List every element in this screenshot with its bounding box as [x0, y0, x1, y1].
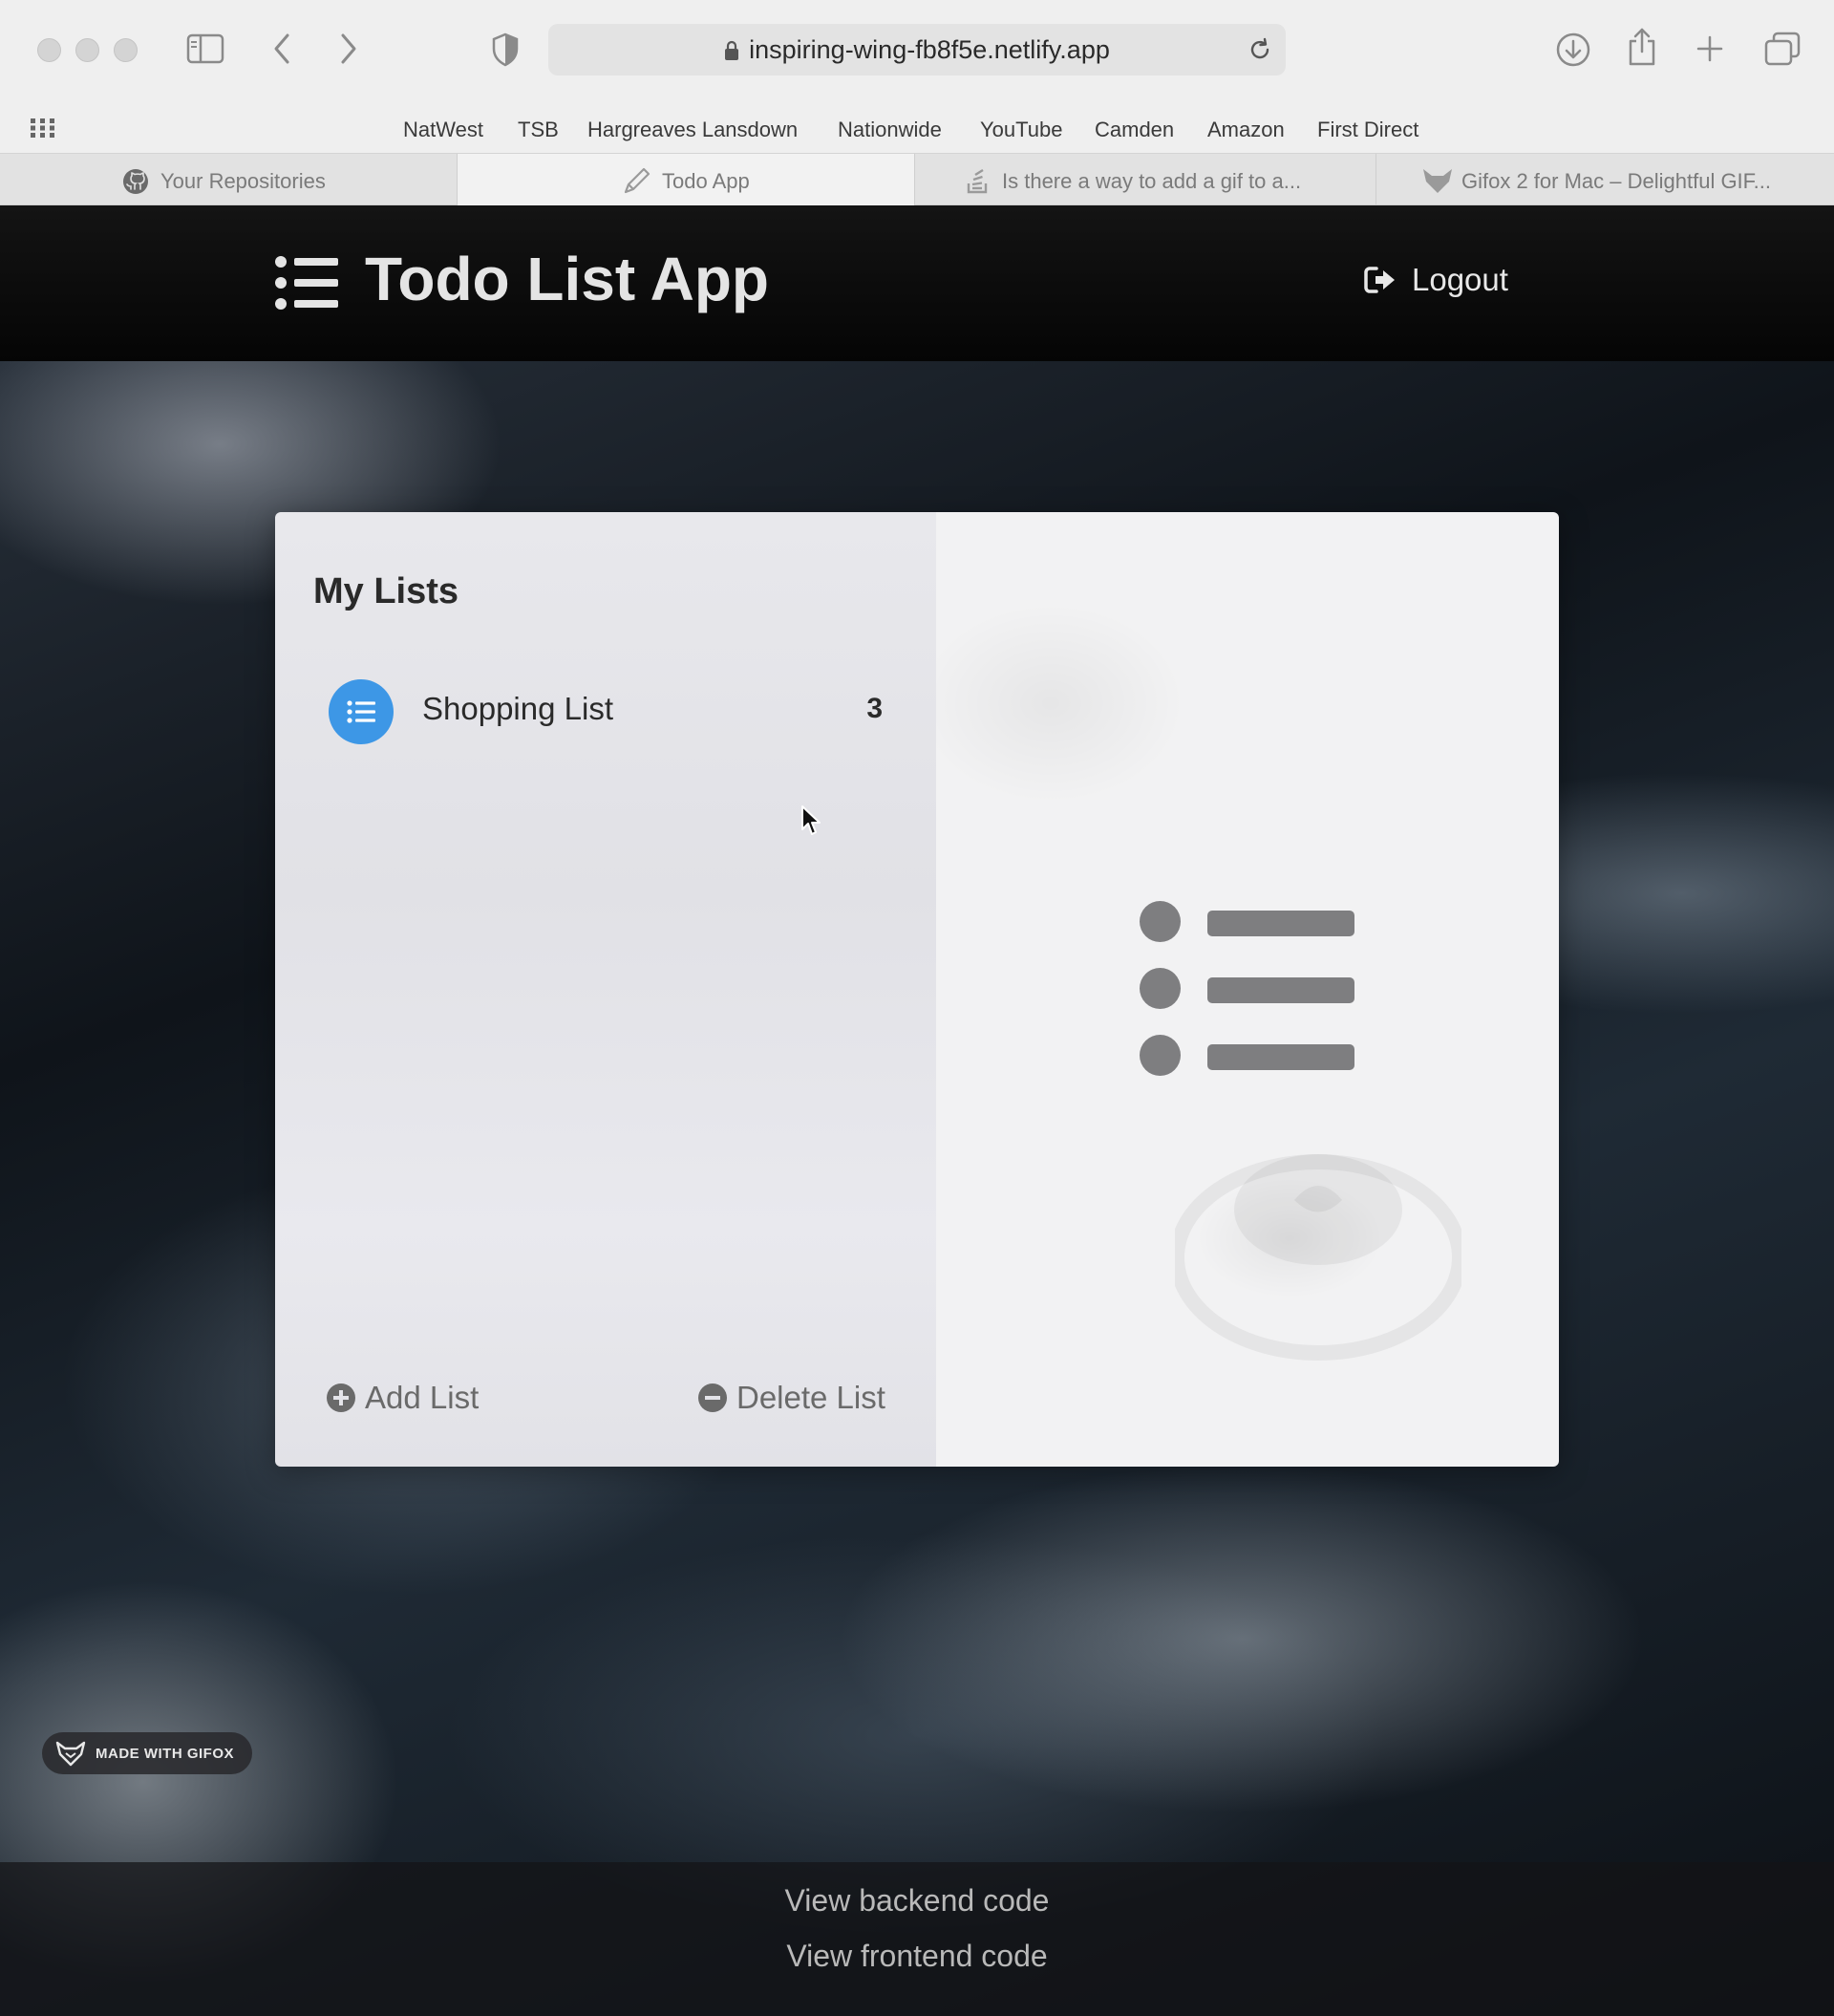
lists-panel-title: My Lists: [313, 571, 459, 611]
tab-strip: Your Repositories Todo App Is there a wa…: [0, 153, 1834, 205]
tab-label: Your Repositories: [160, 169, 326, 193]
placeholder-row: [1140, 1035, 1354, 1077]
lock-icon: [725, 40, 739, 60]
logout-button[interactable]: Logout: [1364, 259, 1508, 301]
tab-gifox[interactable]: Gifox 2 for Mac – Delightful GIF...: [1376, 154, 1834, 205]
tab-label: Todo App: [662, 169, 750, 193]
minus-circle-icon: [698, 1383, 727, 1412]
gifox-watermark: MADE WITH GIFOX: [42, 1732, 252, 1774]
page-footer: View backend code View frontend code: [0, 1862, 1834, 2016]
share-icon[interactable]: [1627, 27, 1657, 67]
bookmark-tsb[interactable]: TSB: [518, 118, 559, 142]
bookmark-camden[interactable]: Camden: [1095, 118, 1174, 142]
gifox-icon: [1423, 169, 1452, 193]
list-logo-icon: [275, 256, 338, 310]
plus-circle-icon: [327, 1383, 355, 1412]
gifox-logo-icon: [55, 1741, 86, 1767]
tab-overview-icon[interactable]: [1764, 32, 1801, 66]
zoom-window-button[interactable]: [114, 38, 138, 62]
sidebar-toggle-icon[interactable]: [186, 33, 224, 64]
pencil-icon: [624, 167, 650, 194]
app-title: Todo List App: [365, 245, 769, 313]
mouse-cursor-icon: [801, 805, 821, 835]
privacy-shield-icon[interactable]: [491, 32, 520, 67]
tab-your-repositories[interactable]: Your Repositories: [0, 154, 458, 205]
bookmark-nationwide[interactable]: Nationwide: [838, 118, 942, 142]
placeholder-bar: [1207, 911, 1354, 936]
list-item-count: 3: [866, 693, 883, 724]
stackoverflow-icon: [967, 168, 988, 194]
add-list-button[interactable]: Add List: [327, 1380, 479, 1416]
github-icon: [123, 169, 148, 194]
placeholder-bar: [1207, 1044, 1354, 1070]
tab-todo-app[interactable]: Todo App: [458, 154, 915, 205]
browser-toolbar: inspiring-wing-fb8f5e.netlify.app: [0, 0, 1834, 102]
bookmark-hargreaves-lansdown[interactable]: Hargreaves Lansdown: [587, 118, 798, 142]
placeholder-row: [1140, 968, 1354, 1010]
close-window-button[interactable]: [37, 38, 61, 62]
tab-label: Is there a way to add a gif to a...: [1002, 169, 1302, 193]
downloads-icon[interactable]: [1555, 32, 1591, 68]
forward-icon[interactable]: [338, 32, 359, 65]
sign-out-icon: [1364, 267, 1395, 293]
lists-card: My Lists Shopping List 3 Add List Delete…: [275, 512, 1559, 1467]
minimize-window-button[interactable]: [75, 38, 99, 62]
placeholder-dot: [1140, 1035, 1181, 1076]
address-bar[interactable]: inspiring-wing-fb8f5e.netlify.app: [548, 24, 1286, 75]
new-tab-icon[interactable]: [1695, 34, 1724, 63]
view-frontend-code-link[interactable]: View frontend code: [0, 1939, 1834, 1974]
apps-grid-icon[interactable]: [31, 118, 55, 138]
app-navbar: Todo List App Logout: [0, 205, 1834, 361]
placeholder-bar: [1207, 977, 1354, 1003]
placeholder-dot: [1140, 968, 1181, 1009]
delete-list-button[interactable]: Delete List: [698, 1380, 885, 1416]
view-backend-code-link[interactable]: View backend code: [0, 1883, 1834, 1919]
gifox-watermark-label: MADE WITH GIFOX: [96, 1745, 234, 1762]
list-badge-icon: [329, 679, 394, 744]
add-list-label: Add List: [365, 1380, 480, 1415]
list-name: Shopping List: [422, 691, 613, 726]
bookmark-youtube[interactable]: YouTube: [980, 118, 1062, 142]
url-text: inspiring-wing-fb8f5e.netlify.app: [548, 35, 1286, 65]
url-value: inspiring-wing-fb8f5e.netlify.app: [749, 35, 1110, 64]
bookmark-first-direct[interactable]: First Direct: [1317, 118, 1418, 142]
list-icon: [347, 700, 375, 723]
tab-label: Gifox 2 for Mac – Delightful GIF...: [1461, 169, 1772, 193]
back-icon[interactable]: [271, 32, 292, 65]
bookmark-natwest[interactable]: NatWest: [403, 118, 483, 142]
placeholder-dot: [1140, 901, 1181, 942]
bookmarks-bar: NatWest TSB Hargreaves Lansdown Nationwi…: [0, 101, 1834, 153]
coffee-cup-background-image: [1175, 1154, 1461, 1361]
lists-panel: My Lists Shopping List 3 Add List Delete…: [275, 512, 936, 1467]
tab-stackoverflow-question[interactable]: Is there a way to add a gif to a...: [915, 154, 1376, 205]
placeholder-row: [1140, 901, 1354, 943]
bookmark-amazon[interactable]: Amazon: [1207, 118, 1285, 142]
reload-icon[interactable]: [1248, 37, 1272, 62]
logout-label: Logout: [1412, 262, 1508, 297]
page-content: Todo List App Logout My Lists Shopping L…: [0, 205, 1834, 2016]
list-item[interactable]: Shopping List 3: [329, 679, 911, 744]
delete-list-label: Delete List: [736, 1380, 885, 1415]
